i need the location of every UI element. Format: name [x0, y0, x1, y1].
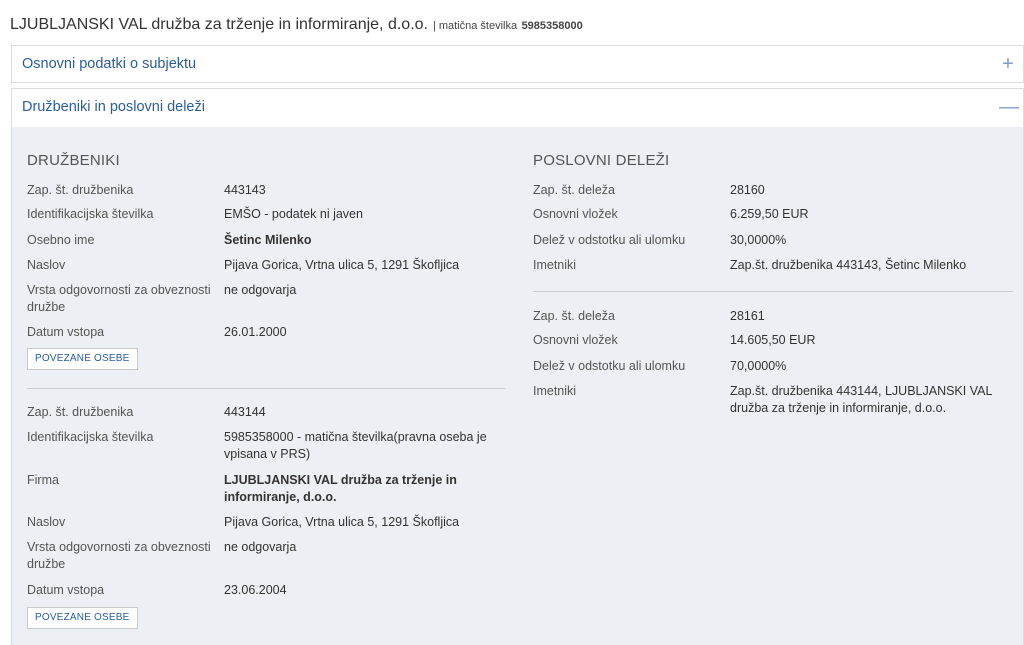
related-persons-button[interactable]: POVEZANE OSEBE: [27, 607, 138, 629]
value-identification-number: 5985358000 - matična številka(pravna ose…: [224, 429, 487, 463]
value-company-line1: LJUBLJANSKI VAL družba za trženje in: [224, 473, 457, 487]
value-liability-type: ne odgovarja: [224, 540, 297, 554]
value-company: LJUBLJANSKI VAL družba za trženje in inf…: [224, 472, 457, 506]
value-share-number: 28160: [730, 183, 765, 197]
panel-basic-data-header[interactable]: Osnovni podatki o subjektu +: [12, 46, 1023, 82]
section-title-druzbeniki: DRUŽBENIKI: [27, 152, 120, 169]
label-liability-type-line1: Vrsta odgovornosti za obveznosti: [27, 540, 211, 554]
value-personal-name: Šetinc Milenko: [224, 233, 312, 247]
label-entry-date: Datum vstopa: [27, 583, 105, 597]
value-entry-date: 26.01.2000: [224, 325, 287, 339]
value-address: Pijava Gorica, Vrtna ulica 5, 1291 Škofl…: [224, 515, 460, 529]
value-liability-type: ne odgovarja: [224, 283, 297, 297]
label-liability-type-line2: družbe: [27, 557, 66, 571]
panel-basic-data: Osnovni podatki o subjektu +: [11, 45, 1024, 83]
label-share-number: Zap. št. deleža: [533, 309, 615, 323]
registration-number: 5985358000: [521, 20, 583, 32]
collapse-minus-icon[interactable]: —: [999, 97, 1019, 117]
label-shareholder-number: Zap. št. družbenika: [27, 405, 134, 419]
label-liability-type: Vrsta odgovornosti za obveznosti družbe: [27, 282, 211, 316]
value-base-contribution: 14.605,50 EUR: [730, 333, 816, 347]
divider: [533, 291, 1013, 292]
related-persons-button[interactable]: POVEZANE OSEBE: [27, 348, 138, 370]
value-holders: Zap.št. družbenika 443144, LJUBLJANSKI V…: [730, 383, 992, 417]
expand-plus-icon[interactable]: +: [999, 54, 1017, 74]
label-share-percentage: Delež v odstotku ali ulomku: [533, 359, 686, 373]
label-identification-number: Identifikacijska številka: [27, 430, 154, 444]
company-name: LJUBLJANSKI VAL družba za trženje in inf…: [10, 16, 428, 33]
label-company: Firma: [27, 473, 59, 487]
value-holders-line2: družba za trženje in informiranje, d.o.o…: [730, 401, 947, 415]
value-entry-date: 23.06.2004: [224, 583, 287, 597]
label-base-contribution: Osnovni vložek: [533, 207, 618, 221]
panel-shareholders-body: DRUŽBENIKI Zap. št. družbenika 443143 Id…: [12, 127, 1023, 645]
label-entry-date: Datum vstopa: [27, 325, 105, 339]
value-shareholder-number: 443144: [224, 405, 266, 419]
panel-shareholders: Družbeniki in poslovni deleži — DRUŽBENI…: [11, 88, 1024, 645]
page-title: LJUBLJANSKI VAL družba za trženje in inf…: [10, 16, 583, 34]
value-share-number: 28161: [730, 309, 765, 323]
label-identification-number: Identifikacijska številka: [27, 207, 154, 221]
value-identification-number: EMŠO - podatek ni javen: [224, 207, 363, 221]
value-share-percentage: 30,0000%: [730, 233, 787, 247]
value-shareholder-number: 443143: [224, 183, 266, 197]
value-company-line2: informiranje, d.o.o.: [224, 490, 337, 504]
label-holders: Imetniki: [533, 384, 577, 398]
value-share-percentage: 70,0000%: [730, 359, 787, 373]
value-identification-number-line1: 5985358000 - matična številka(pravna ose…: [224, 430, 487, 444]
panel-shareholders-header[interactable]: Družbeniki in poslovni deleži —: [12, 89, 1023, 125]
header-separator: |: [432, 20, 436, 32]
label-share-number: Zap. št. deleža: [533, 183, 615, 197]
label-personal-name: Osebno ime: [27, 233, 95, 247]
label-address: Naslov: [27, 258, 66, 272]
registration-label: matična številka: [438, 20, 518, 32]
value-base-contribution: 6.259,50 EUR: [730, 207, 809, 221]
panel-basic-data-title: Osnovni podatki o subjektu: [22, 56, 197, 72]
label-shareholder-number: Zap. št. družbenika: [27, 183, 134, 197]
label-liability-type-line1: Vrsta odgovornosti za obveznosti: [27, 283, 211, 297]
label-share-percentage: Delež v odstotku ali ulomku: [533, 233, 686, 247]
section-title-business-shares: POSLOVNI DELEŽI: [533, 152, 670, 169]
label-holders: Imetniki: [533, 258, 577, 272]
value-holders: Zap.št. družbenika 443143, Šetinc Milenk…: [730, 258, 967, 272]
value-identification-number-line2: vpisana v PRS): [224, 447, 311, 461]
panel-shareholders-title: Družbeniki in poslovni deleži: [22, 99, 205, 115]
divider: [27, 388, 505, 389]
value-address: Pijava Gorica, Vrtna ulica 5, 1291 Škofl…: [224, 258, 460, 272]
value-holders-line1: Zap.št. družbenika 443144, LJUBLJANSKI V…: [730, 384, 993, 398]
label-address: Naslov: [27, 515, 66, 529]
label-liability-type: Vrsta odgovornosti za obveznosti družbe: [27, 539, 211, 573]
label-base-contribution: Osnovni vložek: [533, 333, 618, 347]
label-liability-type-line2: družbe: [27, 300, 66, 314]
